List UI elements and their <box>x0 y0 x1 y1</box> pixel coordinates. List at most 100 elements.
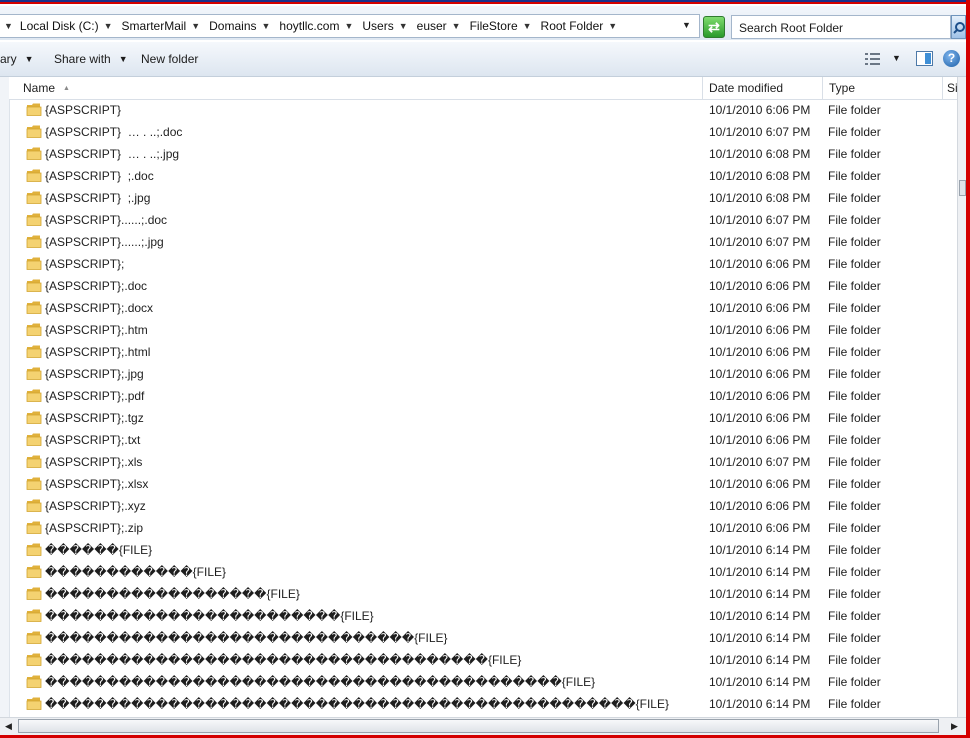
go-arrow-icon[interactable]: ⇄ <box>703 16 725 38</box>
library-button[interactable]: ary ▼ <box>0 42 34 76</box>
horizontal-scroll-thumb[interactable] <box>18 719 939 733</box>
file-date-modified: 10/1/2010 6:06 PM <box>709 103 811 117</box>
breadcrumb-item[interactable]: euser ▼ <box>412 19 465 33</box>
breadcrumb-item[interactable]: Root Folder ▼ <box>536 19 622 33</box>
file-row[interactable]: {ASPSCRIPT};.html 10/1/2010 6:06 PM File f… <box>9 341 957 363</box>
folder-icon <box>26 124 42 139</box>
file-row[interactable]: ����������������������������������������… <box>9 671 957 693</box>
breadcrumb: ▼ Local Disk (C:) ▼ SmarterMail ▼ Domains ▼… <box>2 15 621 37</box>
file-row[interactable]: {ASPSCRIPT} … . ..;.jpg 10/1/2010 6:08 PM… <box>9 143 957 165</box>
file-name: {ASPSCRIPT};.xls <box>45 455 143 469</box>
file-row[interactable]: ������������������������{FILE} 10/1/2010 … <box>9 605 957 627</box>
folder-icon <box>26 564 42 579</box>
file-row[interactable]: {ASPSCRIPT};.doc 10/1/2010 6:06 PM File fo… <box>9 275 957 297</box>
file-name: {ASPSCRIPT};.pdf <box>45 389 145 403</box>
chevron-down-icon[interactable]: ▼ <box>260 21 273 31</box>
chevron-down-icon[interactable]: ▼ <box>2 21 15 31</box>
file-name: {ASPSCRIPT};.docx <box>45 301 154 315</box>
scroll-right-icon[interactable]: ▶ <box>946 718 963 735</box>
vertical-scrollbar[interactable] <box>957 77 966 717</box>
folder-icon <box>26 542 42 557</box>
file-row[interactable]: ����������������������������������������… <box>9 693 957 715</box>
file-row[interactable]: ������������������������������������{FIL… <box>9 649 957 671</box>
file-type: File folder <box>828 345 881 359</box>
search-box <box>731 15 951 39</box>
file-type: File folder <box>828 125 881 139</box>
file-date-modified: 10/1/2010 6:06 PM <box>709 477 811 491</box>
folder-icon <box>26 300 42 315</box>
search-input[interactable] <box>737 17 941 39</box>
chevron-down-icon[interactable]: ▼ <box>892 53 901 63</box>
file-name: {ASPSCRIPT} … . ..;.doc <box>45 125 183 139</box>
file-row[interactable]: {ASPSCRIPT};.pdf 10/1/2010 6:06 PM File fo… <box>9 385 957 407</box>
file-row[interactable]: {ASPSCRIPT};.txt 10/1/2010 6:06 PM File fo… <box>9 429 957 451</box>
breadcrumb-item[interactable]: FileStore ▼ <box>465 19 536 33</box>
vertical-scroll-thumb[interactable] <box>959 180 966 196</box>
breadcrumb-item[interactable]: hoytllc.com ▼ <box>274 19 357 33</box>
scroll-left-icon[interactable]: ◀ <box>0 718 17 735</box>
file-date-modified: 10/1/2010 6:06 PM <box>709 389 811 403</box>
chevron-down-icon[interactable]: ▼ <box>397 21 410 31</box>
help-icon[interactable]: ? <box>943 50 960 67</box>
folder-icon <box>26 102 42 117</box>
breadcrumb-item[interactable]: Users ▼ <box>357 19 411 33</box>
window-right-border <box>966 0 970 738</box>
file-row[interactable]: {ASPSCRIPT};.jpg 10/1/2010 6:06 PM File fo… <box>9 363 957 385</box>
file-name: ������{FILE} <box>45 543 153 557</box>
breadcrumb-item[interactable]: Domains ▼ <box>204 19 274 33</box>
column-header-name[interactable]: Name ▲ <box>9 77 703 99</box>
folder-icon <box>26 190 42 205</box>
folder-icon <box>26 630 42 645</box>
preview-pane-icon[interactable] <box>916 51 933 66</box>
file-row[interactable]: {ASPSCRIPT};.zip 10/1/2010 6:06 PM File fo… <box>9 517 957 539</box>
file-date-modified: 10/1/2010 6:07 PM <box>709 235 811 249</box>
folder-icon <box>26 256 42 271</box>
column-header-date-modified[interactable]: Date modified <box>703 77 823 99</box>
new-folder-button[interactable]: New folder <box>141 42 198 76</box>
file-row[interactable]: {ASPSCRIPT};.htm 10/1/2010 6:06 PM File fo… <box>9 319 957 341</box>
file-date-modified: 10/1/2010 6:06 PM <box>709 367 811 381</box>
file-name: {ASPSCRIPT}......;.jpg <box>45 235 164 249</box>
chevron-down-icon[interactable]: ▼ <box>606 21 619 31</box>
file-row[interactable]: {ASPSCRIPT};.xlsx 10/1/2010 6:06 PM File f… <box>9 473 957 495</box>
file-row[interactable]: {ASPSCRIPT} 10/1/2010 6:06 PM File folder <box>9 99 957 121</box>
column-header-row: Name▲ Date modified Type Siz <box>9 77 957 100</box>
file-row[interactable]: {ASPSCRIPT};.xls 10/1/2010 6:07 PM File fo… <box>9 451 957 473</box>
file-row[interactable]: ������������{FILE} 10/1/2010 6:14 PM File … <box>9 561 957 583</box>
file-type: File folder <box>828 521 881 535</box>
file-row[interactable]: ������{FILE} 10/1/2010 6:14 PM File folder <box>9 539 957 561</box>
file-type: File folder <box>828 631 881 645</box>
file-row[interactable]: ������������������{FILE} 10/1/2010 6:14 P… <box>9 583 957 605</box>
breadcrumb-item[interactable]: SmarterMail ▼ <box>117 19 205 33</box>
file-row[interactable]: {ASPSCRIPT}......;.jpg 10/1/2010 6:07 PM F… <box>9 231 957 253</box>
file-row[interactable]: {ASPSCRIPT} … . ..;.doc 10/1/2010 6:07 PM… <box>9 121 957 143</box>
column-header-type[interactable]: Type <box>823 77 943 99</box>
chevron-down-icon[interactable]: ▼ <box>342 21 355 31</box>
file-date-modified: 10/1/2010 6:06 PM <box>709 279 811 293</box>
file-row[interactable]: {ASPSCRIPT};.tgz 10/1/2010 6:06 PM File fo… <box>9 407 957 429</box>
chevron-down-icon[interactable]: ▼ <box>102 21 115 31</box>
address-history-dropdown-icon[interactable]: ▼ <box>682 20 691 30</box>
file-row[interactable]: {ASPSCRIPT};.xyz 10/1/2010 6:06 PM File fo… <box>9 495 957 517</box>
column-header-size[interactable]: Siz <box>943 77 957 99</box>
file-name: {ASPSCRIPT};.html <box>45 345 151 359</box>
file-row[interactable]: {ASPSCRIPT} ;.jpg 10/1/2010 6:08 PM File f… <box>9 187 957 209</box>
file-row[interactable]: ������������������������������{FILE} 10/1… <box>9 627 957 649</box>
share-with-button[interactable]: Share with ▼ <box>54 42 128 76</box>
horizontal-scrollbar[interactable]: ◀ ▶ <box>0 717 966 735</box>
file-date-modified: 10/1/2010 6:07 PM <box>709 455 811 469</box>
file-row[interactable]: {ASPSCRIPT}......;.doc 10/1/2010 6:07 PM F… <box>9 209 957 231</box>
file-row[interactable]: {ASPSCRIPT}; 10/1/2010 6:06 PM File folder <box>9 253 957 275</box>
breadcrumb-item[interactable]: Local Disk (C:) ▼ <box>15 19 117 33</box>
file-row[interactable]: {ASPSCRIPT} ;.doc 10/1/2010 6:08 PM File f… <box>9 165 957 187</box>
views-icon[interactable] <box>864 52 884 66</box>
chevron-down-icon[interactable]: ▼ <box>450 21 463 31</box>
file-row[interactable]: {ASPSCRIPT};.docx 10/1/2010 6:06 PM File f… <box>9 297 957 319</box>
folder-icon <box>26 476 42 491</box>
chevron-down-icon[interactable]: ▼ <box>521 21 534 31</box>
file-name: ����������������������������������������… <box>45 697 669 711</box>
chevron-down-icon[interactable]: ▼ <box>189 21 202 31</box>
address-bar[interactable]: ▼ Local Disk (C:) ▼ SmarterMail ▼ Domains ▼… <box>0 14 700 38</box>
search-icon[interactable] <box>951 15 966 39</box>
folder-icon <box>26 454 42 469</box>
